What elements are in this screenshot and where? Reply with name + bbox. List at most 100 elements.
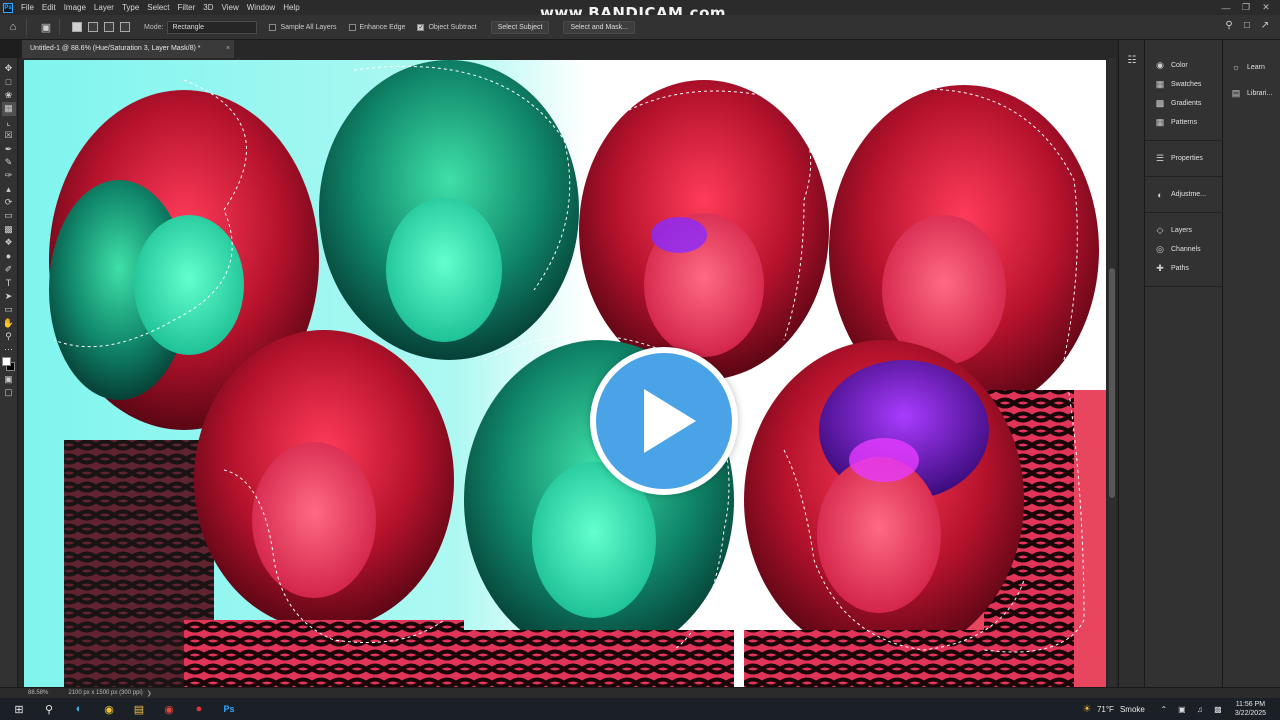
panel-group-properties: ☰ Properties — [1145, 145, 1222, 177]
panel-channels-label: Channels — [1171, 246, 1201, 253]
dodge-tool-icon[interactable]: ● — [2, 249, 16, 262]
restore-icon[interactable]: ❐ — [1236, 2, 1256, 13]
object-subtract-checkbox[interactable]: ✓ Object Subtract — [417, 23, 477, 31]
vertical-scrollbar[interactable] — [1108, 58, 1116, 687]
close-tab-icon[interactable]: × — [226, 40, 230, 58]
blur-tool-icon[interactable]: ❖ — [2, 236, 16, 249]
network-icon[interactable]: ▣ — [1175, 705, 1189, 714]
path-selection-icon[interactable]: ➤ — [2, 290, 16, 303]
system-tray: ☀ 71°F Smoke ⌃ ▣ ♫ ▩ 11:56 PM 3/22/2025 — [1081, 698, 1280, 720]
gradient-tool-icon[interactable]: ▩ — [2, 223, 16, 236]
hand-tool-icon[interactable]: ✋ — [2, 316, 16, 329]
crop-tool-icon[interactable]: ⌞ — [2, 116, 16, 129]
video-play-button[interactable] — [590, 347, 738, 495]
eyedropper-tool-icon[interactable]: ✒ — [2, 142, 16, 155]
color-swatches — [1, 356, 16, 373]
more-tools-icon[interactable]: ⋯ — [2, 343, 16, 356]
scrollbar-thumb[interactable] — [1109, 268, 1115, 498]
lasso-tool-icon[interactable]: ❀ — [2, 89, 16, 102]
panel-channels[interactable]: ◎ Channels — [1145, 240, 1222, 259]
menu-layer[interactable]: Layer — [90, 0, 118, 15]
panel-color[interactable]: ◉ Color — [1145, 56, 1222, 75]
menu-type[interactable]: Type — [118, 0, 143, 15]
search-icon[interactable]: ⚲ — [1220, 20, 1238, 31]
clock[interactable]: 11:56 PM 3/22/2025 — [1235, 700, 1266, 718]
panel-swatches[interactable]: ▦ Swatches — [1145, 75, 1222, 94]
enhance-edge-label: Enhance Edge — [359, 23, 406, 31]
history-panel-icon[interactable]: ☷ — [1119, 50, 1145, 70]
mode-label: Mode: — [144, 23, 164, 31]
battery-icon[interactable]: ▩ — [1211, 705, 1225, 714]
eraser-tool-icon[interactable]: ▭ — [2, 209, 16, 222]
weather-widget[interactable]: ☀ 71°F Smoke — [1081, 703, 1144, 715]
libraries-panel-icon: ▤ — [1231, 87, 1241, 98]
photoshop-taskbar-icon[interactable]: Ps — [218, 698, 240, 720]
healing-brush-icon[interactable]: ✎ — [2, 156, 16, 169]
menu-help[interactable]: Help — [279, 0, 303, 15]
menu-3d[interactable]: 3D — [199, 0, 217, 15]
brush-tool-icon[interactable]: ✑ — [2, 169, 16, 182]
file-explorer-icon[interactable]: ▤ — [128, 698, 150, 720]
add-selection-button[interactable] — [88, 22, 98, 32]
minimize-icon[interactable]: — — [1216, 3, 1236, 13]
zoom-tool-icon[interactable]: ⚲ — [2, 330, 16, 343]
select-and-mask-button[interactable]: Select and Mask... — [563, 20, 636, 34]
document-canvas[interactable] — [24, 60, 1106, 687]
mode-select[interactable]: Rectangle — [167, 20, 258, 34]
new-selection-button[interactable] — [72, 22, 82, 32]
clone-stamp-icon[interactable]: ▴ — [2, 183, 16, 196]
document-tab[interactable]: Untitled-1 @ 88.6% (Hue/Saturation 3, La… — [22, 40, 234, 58]
tray-chevron-icon[interactable]: ⌃ — [1157, 705, 1171, 714]
pen-tool-icon[interactable]: ✐ — [2, 263, 16, 276]
sample-all-layers-checkbox[interactable]: Sample All Layers — [269, 23, 337, 31]
history-brush-icon[interactable]: ⟳ — [2, 196, 16, 209]
move-tool-icon[interactable]: ✥ — [2, 62, 16, 75]
learn-panel-icon: ☼ — [1231, 62, 1241, 72]
panel-libraries[interactable]: ▤ Librari... — [1223, 80, 1280, 106]
close-icon[interactable]: ✕ — [1256, 2, 1276, 13]
windows-taskbar: ⊞ ⚲ ◐ ◉ ▤ ◉ ● Ps ☀ 71°F Smoke ⌃ ▣ ♫ ▩ 11… — [0, 698, 1280, 720]
frame-tool-icon[interactable]: ☒ — [2, 129, 16, 142]
quick-mask-icon[interactable]: ▣ — [2, 373, 16, 386]
tool-preset-icon[interactable]: ▣ — [39, 20, 53, 34]
menu-window[interactable]: Window — [243, 0, 279, 15]
object-selection-tool-icon[interactable]: ▦ — [1, 102, 16, 116]
panel-adjustments[interactable]: ◐ Adjustme... — [1145, 185, 1222, 204]
enhance-edge-checkbox[interactable]: Enhance Edge — [348, 23, 406, 31]
panel-learn[interactable]: ☼ Learn — [1223, 54, 1280, 80]
panel-layers[interactable]: ◇ Layers — [1145, 221, 1222, 240]
intersect-selection-button[interactable] — [120, 22, 130, 32]
volume-icon[interactable]: ♫ — [1193, 705, 1207, 714]
screen-mode-icon[interactable]: ▢ — [2, 386, 16, 399]
status-menu-icon[interactable]: ❯ — [147, 690, 152, 697]
home-icon[interactable]: ⌂ — [6, 20, 20, 34]
select-subject-button[interactable]: Select Subject — [490, 20, 550, 34]
swatches-panel-icon: ▦ — [1155, 79, 1165, 89]
foreground-color-swatch[interactable] — [1, 356, 11, 366]
subtract-selection-button[interactable] — [104, 22, 114, 32]
edge-browser-icon[interactable]: ◐ — [68, 698, 90, 720]
panel-properties[interactable]: ☰ Properties — [1145, 149, 1222, 168]
panel-gradients[interactable]: ▩ Gradients — [1145, 94, 1222, 113]
zoom-level[interactable]: 88.58% — [28, 690, 48, 696]
menu-edit[interactable]: Edit — [38, 0, 60, 15]
menu-file[interactable]: File — [17, 0, 38, 15]
search-taskbar-icon[interactable]: ⚲ — [38, 698, 60, 720]
share-icon[interactable]: ↗ — [1256, 20, 1274, 31]
panel-patterns[interactable]: ▦ Patterns — [1145, 113, 1222, 132]
chrome-alt-icon[interactable]: ◉ — [158, 698, 180, 720]
rectangle-tool-icon[interactable]: ▭ — [2, 303, 16, 316]
windows-start-icon[interactable]: ⊞ — [8, 698, 30, 720]
menu-select[interactable]: Select — [143, 0, 173, 15]
chrome-browser-icon[interactable]: ◉ — [98, 698, 120, 720]
menu-image[interactable]: Image — [60, 0, 90, 15]
menu-view[interactable]: View — [218, 0, 243, 15]
menu-filter[interactable]: Filter — [174, 0, 200, 15]
workspace-icon[interactable]: □ — [1238, 20, 1256, 31]
photoshop-logo-icon[interactable]: Ps — [3, 2, 13, 13]
artboard-tool-icon[interactable]: □ — [2, 75, 16, 88]
patterns-panel-icon: ▦ — [1155, 117, 1165, 127]
panel-paths[interactable]: ✚ Paths — [1145, 259, 1222, 278]
type-tool-icon[interactable]: T — [2, 276, 16, 289]
record-icon[interactable]: ● — [188, 698, 210, 720]
